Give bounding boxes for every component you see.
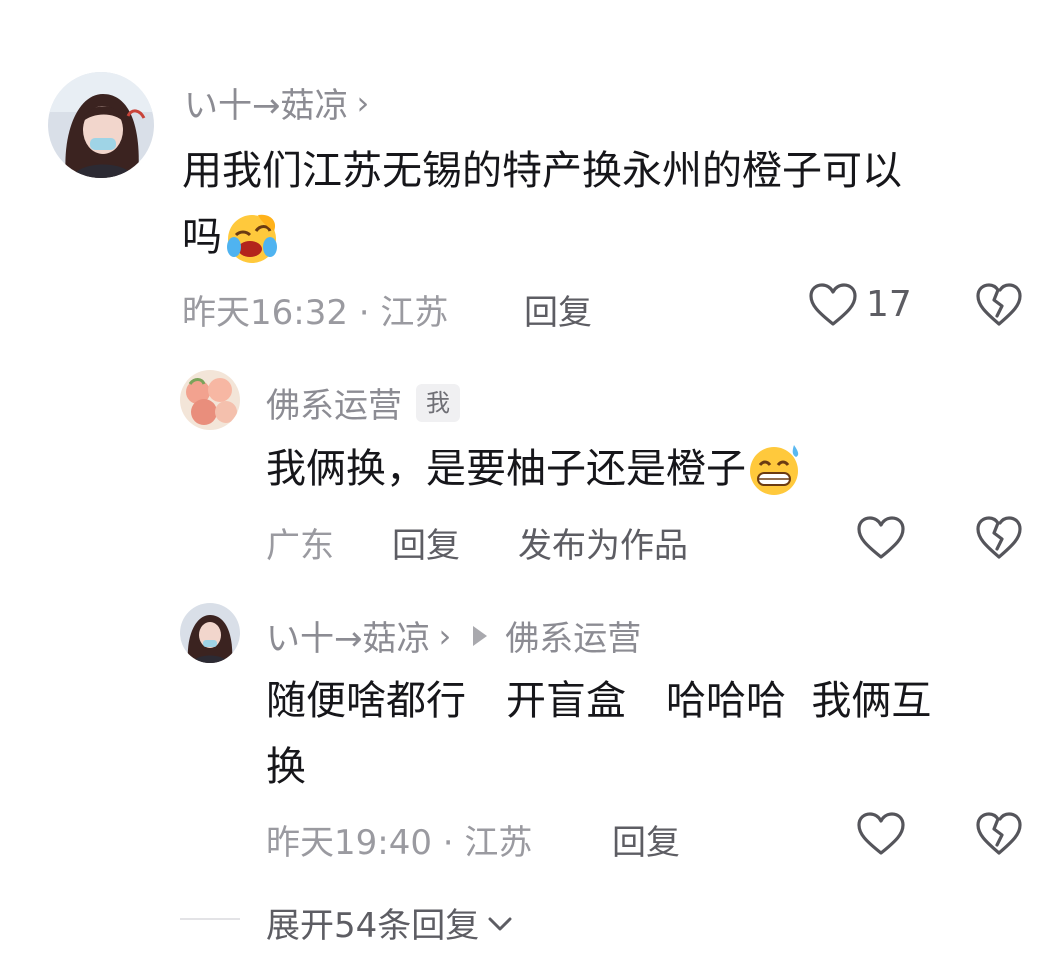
reply-text: 随便啥都行 开盲盒 哈哈哈 我俩互 换 bbox=[266, 668, 1046, 800]
expand-divider bbox=[180, 918, 240, 920]
reply-username[interactable]: 佛系运营 我 bbox=[266, 378, 460, 427]
like-icon[interactable] bbox=[856, 811, 906, 857]
reply-text-line1: 随便啥都行 开盲盒 哈哈哈 我俩互 bbox=[266, 678, 932, 724]
play-arrow-icon bbox=[473, 625, 488, 646]
chevron-down-icon bbox=[485, 908, 515, 938]
reply-text-content: 我俩换，是要柚子还是橙子 bbox=[266, 446, 746, 492]
user-avatar[interactable] bbox=[48, 72, 154, 178]
reply-button[interactable]: 回复 bbox=[612, 815, 680, 864]
reply-username-text[interactable]: い十→菇凉 bbox=[266, 611, 431, 660]
crying-laughing-emoji-icon bbox=[224, 209, 280, 265]
expand-replies-label[interactable]: 展开54条回复 bbox=[266, 898, 479, 947]
dislike-icon[interactable] bbox=[975, 811, 1023, 857]
reply-avatar[interactable] bbox=[180, 603, 240, 663]
username-text[interactable]: い十→菇凉 bbox=[184, 78, 349, 127]
chevron-right-icon: › bbox=[438, 616, 452, 655]
chevron-right-icon: › bbox=[356, 83, 370, 122]
dislike-icon[interactable] bbox=[975, 515, 1023, 561]
reply-username[interactable]: い十→菇凉 › 佛系运营 bbox=[266, 611, 641, 660]
comment-username[interactable]: い十→菇凉 › bbox=[184, 78, 369, 127]
reply-text-line2: 换 bbox=[266, 744, 306, 790]
reply-location: 广东 bbox=[266, 526, 334, 566]
reply-avatar[interactable] bbox=[180, 370, 240, 430]
reply-text: 我俩换，是要柚子还是橙子 bbox=[266, 436, 1026, 502]
publish-as-work-button[interactable]: 发布为作品 bbox=[518, 518, 688, 567]
reply-time-location: 昨天19:40 · 江苏 bbox=[266, 823, 533, 863]
comment-text-line2: 吗 bbox=[182, 204, 1022, 270]
comment-text-line2-text: 吗 bbox=[182, 214, 222, 260]
reply-to-username[interactable]: 佛系运营 bbox=[505, 611, 641, 660]
reply-button[interactable]: 回复 bbox=[524, 285, 592, 334]
like-count: 17 bbox=[866, 284, 912, 325]
like-icon[interactable] bbox=[856, 515, 906, 561]
expand-replies-button[interactable]: 展开54条回复 bbox=[266, 898, 515, 947]
reply-button[interactable]: 回复 bbox=[392, 518, 460, 567]
comment-text-line1: 用我们江苏无锡的特产换永州的橙子可以 bbox=[182, 148, 902, 194]
grinning-sweat-emoji-icon bbox=[746, 441, 802, 497]
comment-thread: い十→菇凉 › 用我们江苏无锡的特产换永州的橙子可以 吗 昨天16:32 · 江… bbox=[0, 0, 1062, 955]
me-badge: 我 bbox=[416, 383, 460, 422]
comment-text: 用我们江苏无锡的特产换永州的橙子可以 吗 bbox=[182, 138, 1022, 270]
like-icon[interactable] bbox=[808, 282, 858, 328]
comment-time-location: 昨天16:32 · 江苏 bbox=[182, 293, 449, 333]
reply-username-text[interactable]: 佛系运营 bbox=[266, 378, 402, 427]
dislike-icon[interactable] bbox=[975, 282, 1023, 328]
